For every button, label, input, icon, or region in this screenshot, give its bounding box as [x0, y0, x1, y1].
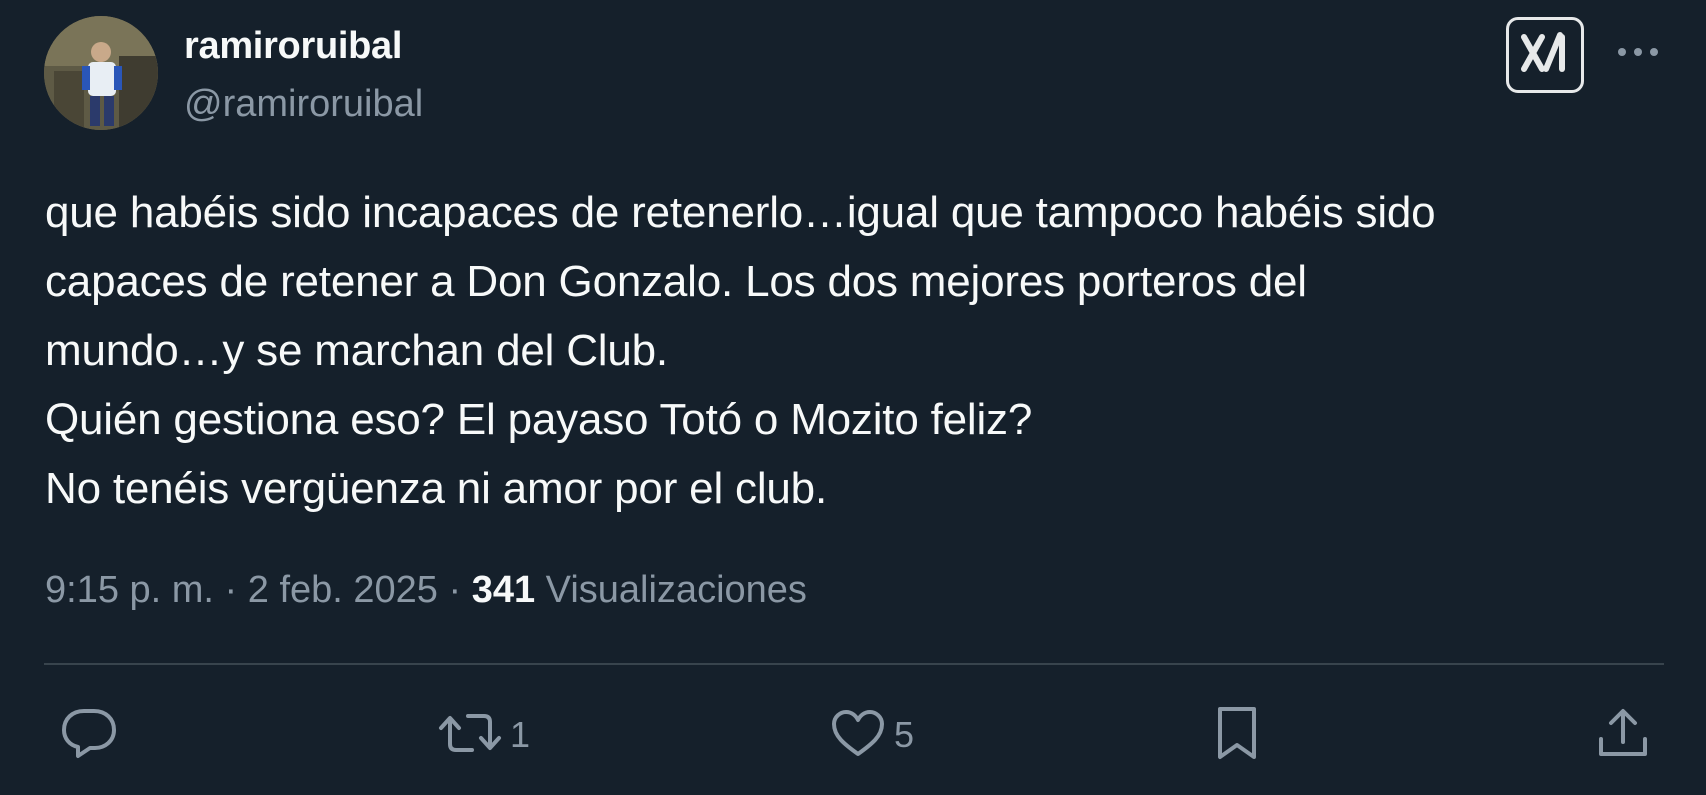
more-dots-icon — [1616, 45, 1660, 63]
tweet-text-line: que habéis sido incapaces de retenerlo…i… — [45, 188, 1436, 237]
share-icon — [1596, 706, 1650, 765]
retweet-count: 1 — [510, 714, 531, 755]
tweet-text-line: mundo…y se marchan del Club. — [45, 326, 668, 375]
views-label: Visualizaciones — [535, 569, 807, 611]
action-bar: 1 5 — [0, 700, 1706, 770]
bookmark-icon — [1215, 705, 1259, 766]
more-options-button[interactable] — [1614, 30, 1662, 78]
tweet-time[interactable]: 9:15 p. m. — [45, 569, 214, 611]
reply-icon — [60, 707, 118, 764]
retweet-icon — [438, 708, 502, 763]
tweet-date[interactable]: 2 feb. 2025 — [248, 569, 438, 611]
views-count: 341 — [471, 569, 536, 611]
tweet-text-line: Quién gestiona eso? El payaso Totó o Moz… — [45, 395, 1033, 444]
tweet-meta: 9:15 p. m. · 2 feb. 2025 · 341 Visualiza… — [45, 565, 807, 615]
grok-icon — [1520, 31, 1570, 80]
author-handle[interactable]: @ramiroruibal — [184, 80, 423, 128]
divider — [44, 663, 1664, 665]
avatar[interactable] — [44, 16, 158, 130]
author-display-name[interactable]: ramiroruibal — [184, 22, 402, 70]
tweet-card: ramiroruibal @ramiroruibal que habéis si… — [0, 0, 1706, 795]
meta-separator: · — [437, 569, 472, 611]
like-count: 5 — [894, 714, 915, 755]
tweet-text-line: No tenéis vergüenza ni amor por el club. — [45, 464, 827, 513]
tweet-text-line: capaces de retener a Don Gonzalo. Los do… — [45, 257, 1307, 306]
retweet-button[interactable]: 1 — [438, 700, 530, 770]
tweet-text: que habéis sido incapaces de retenerlo…i… — [45, 178, 1675, 523]
reply-button[interactable] — [60, 700, 118, 770]
like-button[interactable]: 5 — [830, 700, 914, 770]
heart-icon — [830, 708, 886, 763]
grok-button[interactable] — [1506, 17, 1584, 93]
share-button[interactable] — [1596, 700, 1650, 770]
meta-separator: · — [213, 569, 248, 611]
bookmark-button[interactable] — [1215, 700, 1259, 770]
